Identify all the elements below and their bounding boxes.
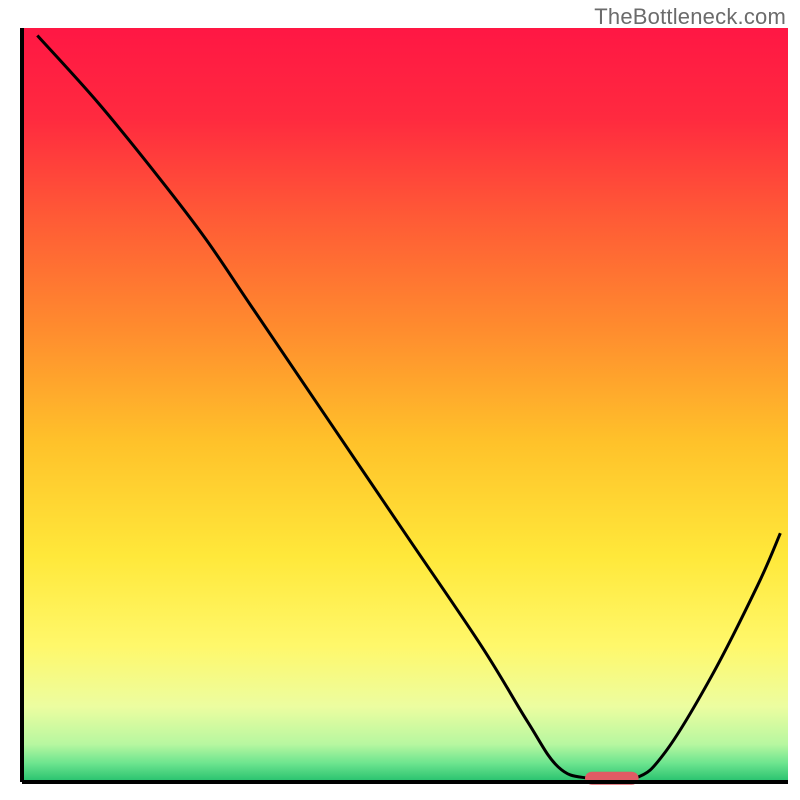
chart-svg	[0, 0, 800, 800]
plot-background	[22, 28, 788, 782]
bottleneck-chart: TheBottleneck.com	[0, 0, 800, 800]
watermark-text: TheBottleneck.com	[594, 4, 786, 30]
